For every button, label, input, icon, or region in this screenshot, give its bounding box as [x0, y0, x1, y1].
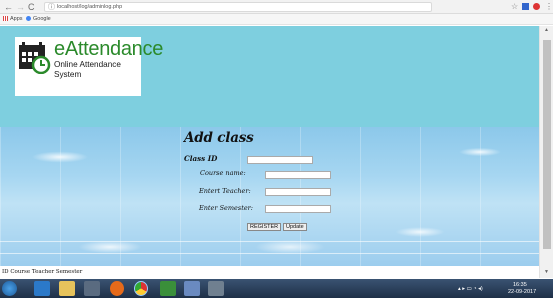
semester-field[interactable] — [265, 205, 331, 213]
bookmark-apps[interactable]: Apps — [3, 15, 23, 24]
page-content: eAttendance Online Attendance System Add… — [0, 26, 539, 266]
apps-grid-icon — [3, 16, 8, 22]
logo-subtitle: Online Attendance System — [54, 60, 121, 79]
divider — [0, 241, 539, 242]
ie-icon[interactable] — [34, 281, 50, 296]
start-button-icon[interactable] — [2, 281, 17, 296]
back-arrow-icon[interactable]: ← — [4, 2, 13, 12]
word-icon[interactable] — [184, 281, 200, 296]
teacher-field[interactable] — [265, 188, 331, 196]
register-button[interactable]: REGISTER — [247, 223, 282, 231]
browser-toolbar: ← → C ⓘ ☆ ⋮ — [0, 0, 553, 14]
extension-icon[interactable] — [522, 3, 529, 10]
class-id-label: Class ID — [184, 154, 218, 163]
site-header: eAttendance Online Attendance System — [0, 26, 539, 127]
reload-icon[interactable]: C — [28, 2, 35, 12]
clock-time[interactable]: 16:35 — [513, 282, 527, 288]
bookmark-google[interactable]: Google — [26, 15, 51, 24]
app-icon[interactable] — [160, 281, 176, 296]
form-title: Add class — [184, 130, 254, 146]
menu-kebab-icon[interactable]: ⋮ — [545, 3, 553, 11]
paint-icon[interactable] — [208, 281, 224, 296]
table-header-text: ID Course Teacher Semester — [0, 268, 539, 276]
bookmark-label: Google — [33, 16, 51, 22]
tray-icons[interactable]: ▴ ▸ ▭ ◔ ◂) — [458, 286, 483, 292]
background-texture — [0, 127, 539, 266]
course-name-field[interactable] — [265, 171, 331, 179]
scroll-down-icon[interactable]: ▼ — [544, 270, 549, 275]
url-input[interactable] — [57, 3, 417, 11]
divider — [0, 253, 539, 254]
firefox-icon[interactable] — [110, 281, 124, 296]
teacher-label: Entert Teacher: — [199, 187, 251, 195]
scrollbar-thumb[interactable] — [543, 40, 551, 249]
info-icon[interactable]: ⓘ — [48, 3, 55, 12]
media-player-icon[interactable] — [84, 281, 100, 296]
google-icon — [26, 16, 31, 22]
course-name-label: Course name: — [200, 169, 246, 177]
update-button[interactable]: Update — [283, 223, 307, 231]
logo-title: eAttendance — [54, 38, 164, 60]
calendar-clock-icon — [19, 42, 51, 74]
form-section: Add class Class ID Course name: Entert T… — [0, 127, 539, 266]
scrollbar[interactable]: ▲ ▼ — [539, 26, 553, 278]
bookmark-label: Apps — [10, 16, 23, 22]
chrome-icon[interactable] — [134, 281, 148, 296]
clock-date[interactable]: 22-09-2017 — [508, 289, 536, 295]
logo[interactable]: eAttendance Online Attendance System — [15, 37, 163, 96]
folder-icon[interactable] — [59, 281, 75, 296]
bookmark-star-icon[interactable]: ☆ — [511, 3, 519, 11]
forward-arrow-icon[interactable]: → — [16, 2, 25, 12]
scroll-up-icon[interactable]: ▲ — [544, 28, 549, 33]
taskbar: ▴ ▸ ▭ ◔ ◂) 16:35 22-09-2017 — [0, 279, 553, 298]
address-bar[interactable]: ⓘ — [44, 2, 432, 12]
semester-label: Enter Semester: — [199, 204, 253, 212]
chrome-profile-icon[interactable] — [533, 3, 540, 10]
bookmarks-bar: Apps Google — [0, 14, 553, 25]
class-id-field[interactable] — [247, 156, 313, 164]
